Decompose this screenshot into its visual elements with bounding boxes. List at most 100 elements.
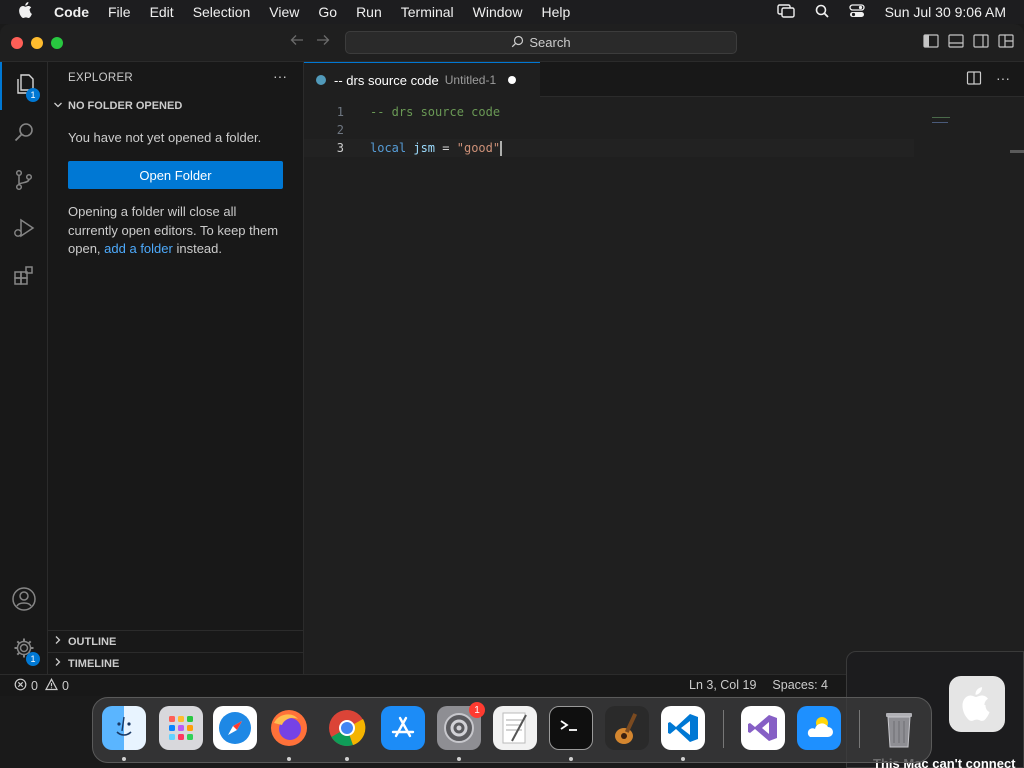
warning-icon	[44, 678, 58, 694]
section-outline[interactable]: OUTLINE	[48, 630, 304, 652]
error-count: 0	[31, 679, 38, 693]
finder-icon[interactable]	[102, 706, 146, 750]
text-cursor	[500, 140, 503, 156]
code-keyword: local	[370, 140, 407, 155]
firefox-icon[interactable]	[267, 706, 311, 750]
textedit-icon[interactable]	[493, 706, 537, 750]
section-timeline[interactable]: TIMELINE	[48, 652, 304, 674]
description-text-end: instead.	[176, 241, 223, 256]
dock-settings-badge: 1	[469, 702, 485, 718]
code-line: 2	[304, 121, 1024, 139]
unsaved-dot-icon[interactable]	[508, 76, 517, 84]
minimize-window-button[interactable]	[31, 37, 43, 49]
open-folder-description: Opening a folder will close all currentl…	[68, 203, 283, 259]
activity-search[interactable]	[0, 110, 48, 158]
section-label: TIMELINE	[68, 657, 120, 670]
command-center-label: Search	[529, 35, 571, 50]
toggle-primary-sidebar-icon[interactable]	[923, 33, 939, 54]
section-label: NO FOLDER OPENED	[68, 100, 183, 112]
chrome-icon[interactable]	[325, 706, 369, 750]
menu-file[interactable]: File	[108, 4, 131, 20]
add-folder-link[interactable]: add a folder	[104, 241, 173, 256]
code-variable: jsm	[413, 140, 436, 155]
chevron-right-icon	[48, 635, 68, 648]
sidebar-title: EXPLORER	[68, 72, 134, 84]
extensions-icon	[12, 264, 36, 293]
line-number: 3	[336, 141, 344, 155]
explorer-badge: 1	[26, 88, 40, 102]
indentation-setting[interactable]: Spaces: 4	[772, 678, 828, 692]
menu-window[interactable]: Window	[473, 4, 523, 20]
error-icon	[14, 678, 27, 694]
toggle-panel-icon[interactable]	[948, 33, 964, 54]
zoom-window-button[interactable]	[51, 37, 63, 49]
line-number: 1	[336, 105, 344, 119]
command-center-search[interactable]: Search	[345, 31, 737, 54]
menu-go[interactable]: Go	[318, 4, 337, 20]
menu-help[interactable]: Help	[541, 4, 570, 20]
garageband-icon[interactable]	[605, 706, 649, 750]
menu-terminal[interactable]: Terminal	[401, 4, 454, 20]
settings-badge: 1	[26, 652, 40, 666]
terminal-icon[interactable]	[549, 706, 593, 750]
menu-run[interactable]: Run	[356, 4, 382, 20]
launchpad-icon[interactable]	[159, 706, 203, 750]
activity-bar: 1 1	[0, 62, 48, 674]
vscode-icon[interactable]	[661, 706, 705, 750]
activity-explorer[interactable]: 1	[0, 62, 48, 110]
menu-app-name[interactable]: Code	[54, 4, 89, 20]
problems-indicator[interactable]: 0 0	[14, 678, 69, 694]
chevron-right-icon	[48, 657, 68, 670]
split-editor-icon[interactable]	[966, 70, 982, 89]
trash-icon[interactable]	[877, 706, 921, 750]
activity-run-debug[interactable]	[0, 206, 48, 254]
back-arrow-icon[interactable]	[290, 33, 304, 50]
screen-mirroring-icon[interactable]	[776, 3, 795, 21]
customize-layout-icon[interactable]	[998, 33, 1014, 54]
cursor-position[interactable]: Ln 3, Col 19	[689, 678, 756, 692]
code-editor[interactable]: 1 -- drs source code 2 3 local jsm = "go…	[304, 97, 1024, 674]
scrollbar-indicator[interactable]	[1010, 150, 1024, 153]
activity-extensions[interactable]	[0, 254, 48, 302]
activity-manage[interactable]: 1	[0, 626, 48, 674]
title-bar: Search	[0, 24, 1024, 62]
app-store-icon[interactable]	[381, 706, 425, 750]
lua-file-icon	[316, 75, 326, 85]
warning-count: 0	[61, 679, 69, 693]
menubar-clock[interactable]: Sun Jul 30 9:06 AM	[885, 4, 1006, 20]
more-actions-icon[interactable]: ···	[273, 68, 287, 84]
safari-icon[interactable]	[213, 706, 257, 750]
chevron-down-icon	[48, 100, 68, 113]
code-line-current: 3 local jsm = "good"	[304, 139, 914, 157]
system-settings-icon[interactable]: 1	[437, 702, 485, 750]
code-operator: =	[442, 140, 450, 155]
apple-menu-icon[interactable]	[18, 1, 38, 24]
forward-arrow-icon[interactable]	[316, 33, 330, 50]
description-text: Opening a folder will close all currentl…	[68, 204, 279, 256]
activity-accounts[interactable]	[0, 577, 48, 625]
explorer-sidebar: EXPLORER ··· NO FOLDER OPENED You have n…	[48, 62, 304, 674]
code-string: "good"	[456, 140, 501, 155]
dock: 1	[92, 697, 932, 763]
more-actions-icon[interactable]: ···	[996, 70, 1010, 89]
tab-description: Untitled-1	[444, 73, 497, 87]
activity-source-control[interactable]	[0, 158, 48, 206]
section-label: OUTLINE	[68, 635, 117, 648]
source-control-icon	[12, 168, 36, 197]
menu-selection[interactable]: Selection	[193, 4, 251, 20]
editor-tab[interactable]: -- drs source code Untitled-1	[304, 62, 540, 97]
toggle-secondary-sidebar-icon[interactable]	[973, 33, 989, 54]
weather-icon[interactable]	[797, 706, 841, 750]
tab-title: -- drs source code	[334, 72, 439, 88]
control-center-icon[interactable]	[848, 3, 865, 21]
section-no-folder-opened[interactable]: NO FOLDER OPENED	[48, 95, 304, 117]
minimap[interactable]	[932, 117, 962, 127]
open-folder-button[interactable]: Open Folder	[68, 161, 283, 189]
visual-studio-icon[interactable]	[741, 706, 785, 750]
code-statement: local jsm = "good"	[370, 140, 503, 156]
account-icon	[11, 586, 37, 617]
menu-edit[interactable]: Edit	[150, 4, 174, 20]
spotlight-search-icon[interactable]	[815, 4, 829, 21]
close-window-button[interactable]	[11, 37, 23, 49]
menu-view[interactable]: View	[269, 4, 299, 20]
